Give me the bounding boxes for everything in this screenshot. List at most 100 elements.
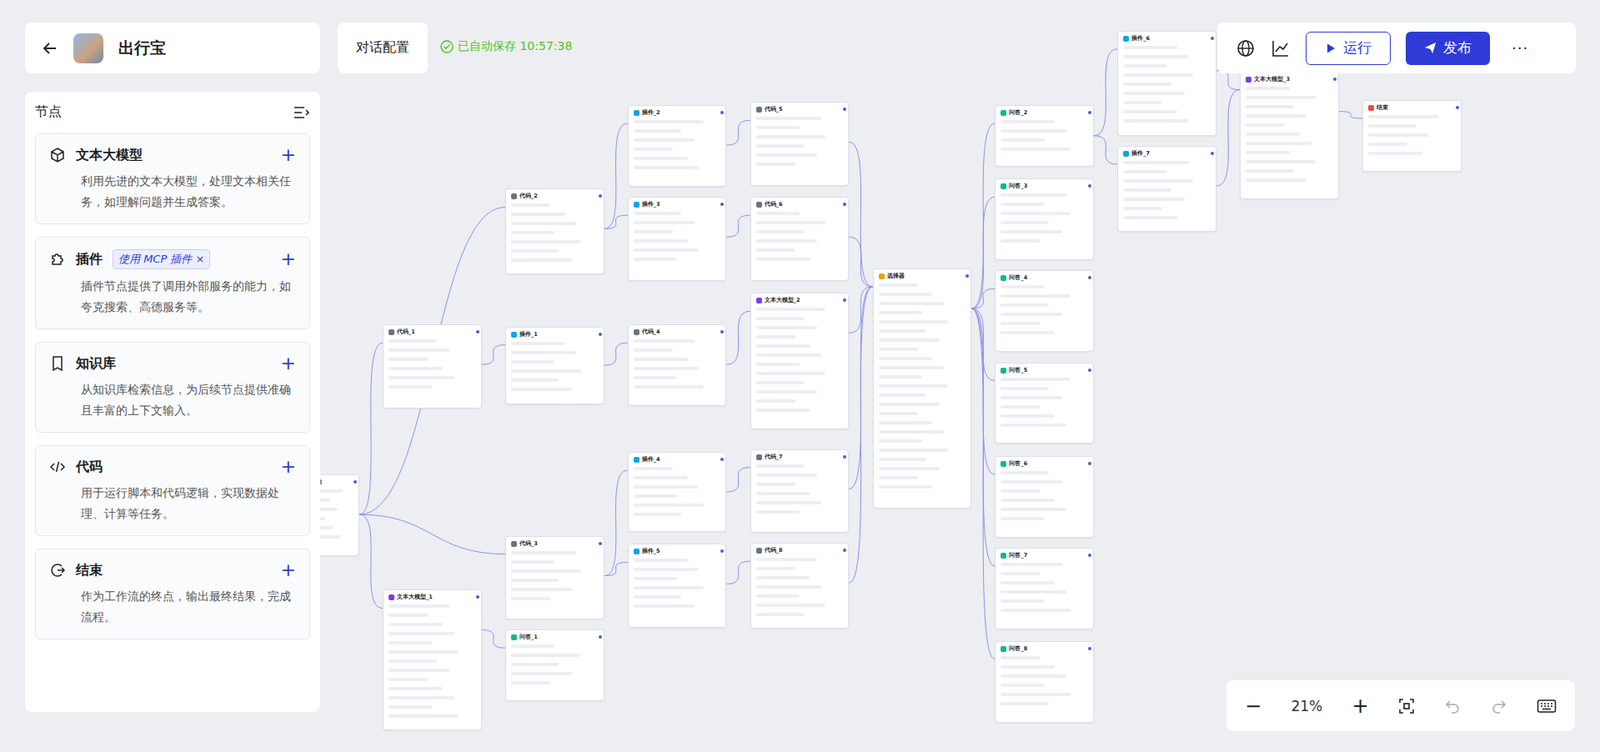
node-port[interactable] <box>720 457 724 462</box>
workflow-node[interactable]: 问答_7 <box>994 547 1094 630</box>
node-port[interactable] <box>842 298 847 302</box>
zoom-in-button[interactable]: + <box>1352 694 1370 718</box>
add-node-button[interactable]: + <box>280 561 296 580</box>
workflow-node[interactable]: 代码_2 <box>505 188 605 275</box>
node-port[interactable] <box>1210 36 1214 41</box>
workflow-node[interactable]: 文本大模型_2 <box>750 292 850 430</box>
node-kind-icon <box>1000 552 1007 559</box>
workflow-node[interactable]: 问答_5 <box>994 362 1094 445</box>
workflow-node[interactable]: 插件_5 <box>627 543 728 627</box>
add-node-button[interactable]: + <box>280 145 296 165</box>
mcp-badge[interactable]: 使用 MCP 插件 × <box>112 249 211 270</box>
collapse-icon[interactable] <box>293 105 311 120</box>
node-port[interactable] <box>720 110 724 115</box>
node-kind-icon <box>1000 275 1007 281</box>
node-port[interactable] <box>842 548 847 552</box>
node-port[interactable] <box>353 480 357 484</box>
node-type-card[interactable]: 知识库 + 从知识库检索信息，为后续节点提供准确且丰富的上下文输入。 <box>35 341 311 433</box>
publish-button[interactable]: 发布 <box>1405 31 1490 66</box>
workflow-node[interactable]: 插件_3 <box>627 196 728 281</box>
edge-line <box>1216 90 1240 186</box>
node-field <box>1000 230 1062 234</box>
node-field <box>633 586 704 590</box>
node-field <box>1245 132 1300 136</box>
node-header: 代码_7 <box>756 453 844 462</box>
workflow-node[interactable]: 结束 <box>1362 100 1462 172</box>
node-type-card[interactable]: 结束 + 作为工作流的终点，输出最终结果，完成流程。 <box>35 548 311 640</box>
node-port[interactable] <box>476 595 480 599</box>
workflow-node[interactable]: 问答_3 <box>994 178 1094 261</box>
node-port[interactable] <box>1088 553 1092 557</box>
node-port[interactable] <box>720 549 724 553</box>
node-field <box>1123 91 1184 96</box>
node-field <box>756 239 818 243</box>
workflow-node[interactable]: 插件_2 <box>627 105 728 187</box>
node-type-card[interactable]: 代码 + 用于运行脚本和代码逻辑，实现数据处理、计算等任务。 <box>35 445 311 537</box>
node-type-card[interactable]: 插件 使用 MCP 插件 × + 插件节点提供了调用外部服务的能力，如夸克搜索、… <box>35 236 311 330</box>
node-port[interactable] <box>1088 275 1092 280</box>
workflow-node[interactable]: 代码_8 <box>750 542 850 629</box>
node-port[interactable] <box>1088 110 1092 115</box>
run-button[interactable]: 运行 <box>1305 31 1391 66</box>
chart-icon[interactable] <box>1270 38 1291 59</box>
node-field <box>511 560 555 564</box>
add-node-button[interactable]: + <box>280 250 296 269</box>
keyboard-icon[interactable] <box>1536 697 1557 715</box>
workflow-node[interactable]: 代码_5 <box>750 101 850 186</box>
redo-icon[interactable] <box>1490 697 1508 715</box>
workflow-node[interactable]: 代码_6 <box>750 196 850 281</box>
more-menu[interactable]: ··· <box>1511 39 1529 57</box>
node-port[interactable] <box>1455 105 1460 110</box>
node-port[interactable] <box>842 107 847 111</box>
workflow-node[interactable]: 代码_7 <box>750 449 850 533</box>
node-port[interactable] <box>598 541 602 546</box>
node-port[interactable] <box>720 202 724 206</box>
node-field <box>633 376 678 380</box>
workflow-node[interactable]: 代码_4 <box>627 324 728 407</box>
node-port[interactable] <box>1088 461 1092 466</box>
node-port[interactable] <box>476 330 480 334</box>
node-port[interactable] <box>1333 77 1337 81</box>
node-port[interactable] <box>842 202 847 206</box>
workflow-node[interactable]: 文本大模型_3 <box>1239 71 1340 200</box>
node-port[interactable] <box>1088 184 1092 188</box>
node-port[interactable] <box>720 330 724 334</box>
edge-line <box>359 514 506 554</box>
workflow-node[interactable]: 问答_8 <box>994 641 1094 723</box>
workflow-node[interactable]: 问答_4 <box>994 270 1094 352</box>
node-port[interactable] <box>598 635 602 639</box>
node-kind-icon <box>1000 183 1007 190</box>
node-port[interactable] <box>1088 368 1092 372</box>
workflow-node[interactable]: 选择器 <box>872 268 973 509</box>
node-type-card[interactable]: 文本大模型 + 利用先进的文本大模型，处理文本相关任务，如理解问题并生成答案。 <box>35 133 311 225</box>
node-port[interactable] <box>965 274 969 278</box>
workflow-node[interactable]: 插件_4 <box>627 451 728 532</box>
fit-view-icon[interactable] <box>1398 697 1415 715</box>
node-port[interactable] <box>598 194 602 198</box>
back-arrow-icon[interactable] <box>41 40 59 57</box>
zoom-out-button[interactable]: − <box>1244 694 1262 718</box>
node-field <box>1245 160 1316 164</box>
workflow-node[interactable]: 代码_3 <box>505 536 605 620</box>
workflow-node[interactable]: 问答_6 <box>994 456 1094 538</box>
undo-icon[interactable] <box>1444 697 1461 715</box>
workflow-node[interactable]: 插件_6 <box>1117 30 1217 136</box>
workflow-node[interactable]: 问答_2 <box>994 105 1094 166</box>
workflow-node[interactable]: 文本大模型_1 <box>382 589 482 731</box>
node-field <box>1000 665 1055 669</box>
add-node-button[interactable]: + <box>280 457 296 477</box>
workflow-node[interactable]: 问答_1 <box>505 629 605 702</box>
node-port[interactable] <box>842 455 847 459</box>
globe-icon[interactable] <box>1235 38 1256 59</box>
workflow-node[interactable]: 插件_1 <box>505 326 605 405</box>
node-port[interactable] <box>1210 151 1214 156</box>
chat-config-tab[interactable]: 对话配置 <box>337 22 428 74</box>
edge-line <box>848 286 873 490</box>
node-port[interactable] <box>1088 647 1092 651</box>
node-field <box>511 587 572 592</box>
add-node-button[interactable]: + <box>280 354 296 373</box>
workflow-node[interactable]: 插件_7 <box>1117 145 1217 232</box>
node-port[interactable] <box>598 332 602 337</box>
workflow-node[interactable]: 代码_1 <box>382 324 482 408</box>
node-title: 问答_1 <box>519 633 538 642</box>
